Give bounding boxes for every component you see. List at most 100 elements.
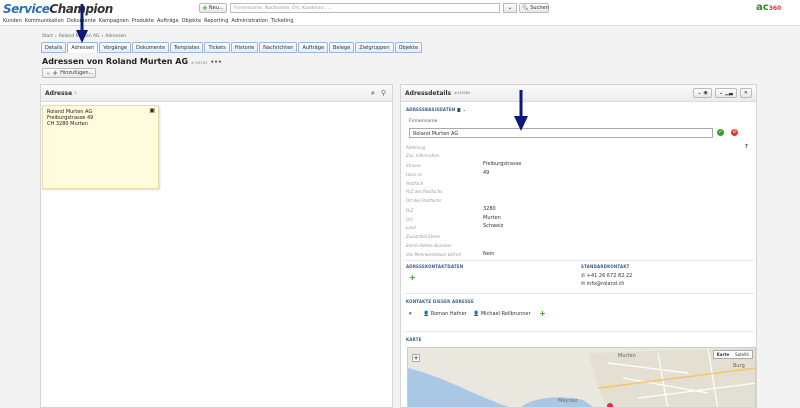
menu-item-kommunikation[interactable]: Kommunikation	[25, 18, 64, 24]
tab-auftraege[interactable]: Aufträge	[298, 42, 329, 53]
section-kontakte: KONTAKTE DIESER ADRESSE	[406, 299, 474, 304]
page-title: Adressen von Roland Murten AG #746784 ••…	[42, 57, 222, 66]
breadcrumb-separator-icon: ›	[55, 34, 57, 39]
tab-zielgruppen[interactable]: Zielgruppen	[355, 42, 394, 53]
plus-icon: +	[202, 4, 208, 12]
menu-item-objekte[interactable]: Objekte	[182, 18, 202, 24]
plus-icon: +	[52, 69, 59, 77]
app-logo[interactable]: ServiceChampion	[3, 2, 113, 16]
chart-icon: ▁▃	[725, 90, 733, 96]
address-details-id: #149584	[454, 91, 471, 95]
section-adressbasisdaten-label: ADRESSBASISDATEN	[406, 107, 456, 112]
add-button[interactable]: ⌄ + Hinzufügen...	[42, 68, 96, 78]
menu-item-produkte[interactable]: Produkte	[132, 18, 154, 24]
new-button[interactable]: + Neu...	[199, 3, 227, 13]
chevron-down-icon: ⌄	[697, 90, 702, 96]
map-type-toggle: Karte Satellit	[712, 350, 753, 359]
section-adressbasisdaten: ADRESSBASISDATEN ◙ ⌄	[406, 107, 466, 112]
search-icon: 🔍	[522, 5, 529, 11]
field-label-ort: Ort	[406, 217, 413, 222]
menu-item-reporting[interactable]: Reporting	[204, 18, 228, 24]
address-panel-header: Adresse 1 ⌕ ⚲	[41, 85, 392, 102]
breadcrumb-start[interactable]: Start	[42, 34, 53, 39]
address-card[interactable]: ▣ Roland Murten AG Freiburgstrasse 49 CH…	[42, 105, 159, 189]
tab-tickets[interactable]: Tickets	[204, 42, 230, 53]
tab-templates[interactable]: Templates	[170, 42, 204, 53]
tab-vorgaenge[interactable]: Vorgänge	[99, 42, 132, 53]
contact-roman-hafner[interactable]: 👤 Roman Hafner	[423, 311, 467, 317]
field-value-plz[interactable]: 3280	[483, 206, 496, 212]
search-button[interactable]: 🔍 Suchen	[519, 3, 549, 13]
section-karte: KARTE	[406, 337, 422, 342]
brand-logo: ac360	[756, 2, 781, 13]
map-view[interactable]: + Karte Satellit Murten Burg Meyriez	[407, 347, 756, 407]
field-label-postfach: Postfach	[406, 181, 424, 186]
tab-details[interactable]: Details	[41, 42, 67, 53]
more-options-icon[interactable]: •••	[210, 59, 222, 66]
field-value-ort[interactable]: Murten	[483, 215, 501, 221]
main-menu: Kunden Kommunikation Dokumente Kampagnen…	[0, 17, 800, 26]
top-bar: ServiceChampion + Neu... Firmenname, Nac…	[0, 0, 800, 17]
logo-part1: Service	[3, 2, 50, 16]
search-dropdown-button[interactable]: ⌄	[503, 3, 517, 13]
chevron-down-icon[interactable]: ⌄	[463, 107, 467, 112]
page-title-text: Adressen von Roland Murten AG	[42, 57, 189, 66]
person-icon: 👤	[423, 311, 431, 317]
breadcrumb-separator-icon: ›	[101, 34, 104, 39]
add-button-label: Hinzufügen...	[60, 70, 94, 76]
field-label-zus-information: Zus. Information	[406, 153, 440, 158]
contact-michael-rellbrunner[interactable]: 👤 Michael Rellbrunner	[473, 311, 531, 317]
firm-name-input[interactable]: Roland Murten AG	[409, 128, 713, 138]
address-list-panel: Adresse 1 ⌕ ⚲ ▣ Roland Murten AG Freibur…	[40, 84, 393, 408]
menu-item-administration[interactable]: Administration	[231, 18, 268, 24]
tab-objekte[interactable]: Objekte	[394, 42, 423, 53]
options-button[interactable]: ⌄ ◉	[693, 88, 712, 98]
divider	[405, 293, 754, 294]
map-type-karte[interactable]: Karte	[714, 351, 732, 358]
field-value-hausnr[interactable]: 49	[483, 170, 489, 176]
phone-number[interactable]: +41 26 672 82 22	[587, 273, 633, 279]
search-input[interactable]: Firmenname, Nachname, Ort, Kundennr., ..…	[230, 3, 500, 13]
section-adresskontaktdaten: ADRESSKONTAKTDATEN	[406, 264, 464, 269]
tab-bar: Details Adressen Vorgänge Dokumente Temp…	[41, 42, 423, 53]
add-contact-icon[interactable]: +	[539, 309, 546, 318]
annotation-arrow-down-icon	[76, 4, 88, 43]
map-label-burg: Burg	[733, 363, 745, 369]
menu-item-ticketing[interactable]: Ticketing	[271, 18, 294, 24]
close-icon: ✕	[743, 90, 748, 96]
address-details-header: Adressdetails #149584 ⌄ ◉ ⌄ ▁▃ ✕	[401, 85, 756, 102]
cancel-icon[interactable]: ⊘	[731, 129, 738, 136]
address-details-title: Adressdetails	[405, 89, 452, 97]
field-label-mwst: Von Mehrwertsteuer befreit	[406, 252, 462, 257]
page-id: #746784	[191, 61, 208, 65]
add-contact-data-icon[interactable]: +	[409, 273, 416, 282]
search-icon[interactable]: ⌕	[371, 89, 375, 98]
map-type-satellit[interactable]: Satellit	[732, 351, 752, 358]
search-button-label: Suchen	[530, 5, 549, 11]
confirm-icon[interactable]: ✓	[717, 129, 724, 136]
person-icon: 👤	[473, 311, 481, 317]
help-icon[interactable]: ?	[745, 144, 748, 150]
tab-dokumente[interactable]: Dokumente	[132, 42, 170, 53]
standard-email: ✉ info@roland.ch	[581, 281, 624, 287]
tab-historie[interactable]: Historie	[230, 42, 259, 53]
menu-item-kampagnen[interactable]: Kampagnen	[99, 18, 129, 24]
field-value-land[interactable]: Schweiz	[483, 223, 503, 229]
menu-item-auftraege[interactable]: Aufträge	[157, 18, 179, 24]
field-value-mwst[interactable]: Nein	[483, 251, 494, 257]
tab-nachrichten[interactable]: Nachrichten	[259, 42, 298, 53]
field-value-strasse[interactable]: Freiburgstrasse	[483, 161, 521, 167]
standard-phone: ✆ +41 26 672 82 22	[581, 273, 632, 279]
chevron-down-icon[interactable]: ▾	[409, 311, 412, 317]
map-pin-icon[interactable]: ⚲	[381, 89, 386, 98]
field-label-plz: PLZ	[406, 208, 414, 213]
close-button[interactable]: ✕	[739, 88, 752, 98]
actions-button[interactable]: ⌄ ▁▃	[714, 88, 737, 98]
menu-item-kunden[interactable]: Kunden	[3, 18, 22, 24]
breadcrumb-current: Adressen	[105, 34, 127, 39]
zoom-in-button[interactable]: +	[412, 354, 420, 362]
target-icon: ◉	[703, 90, 708, 96]
email-address[interactable]: info@roland.ch	[587, 281, 625, 287]
map-label-meyriez: Meyriez	[558, 398, 578, 404]
tab-belege[interactable]: Belege	[329, 42, 355, 53]
